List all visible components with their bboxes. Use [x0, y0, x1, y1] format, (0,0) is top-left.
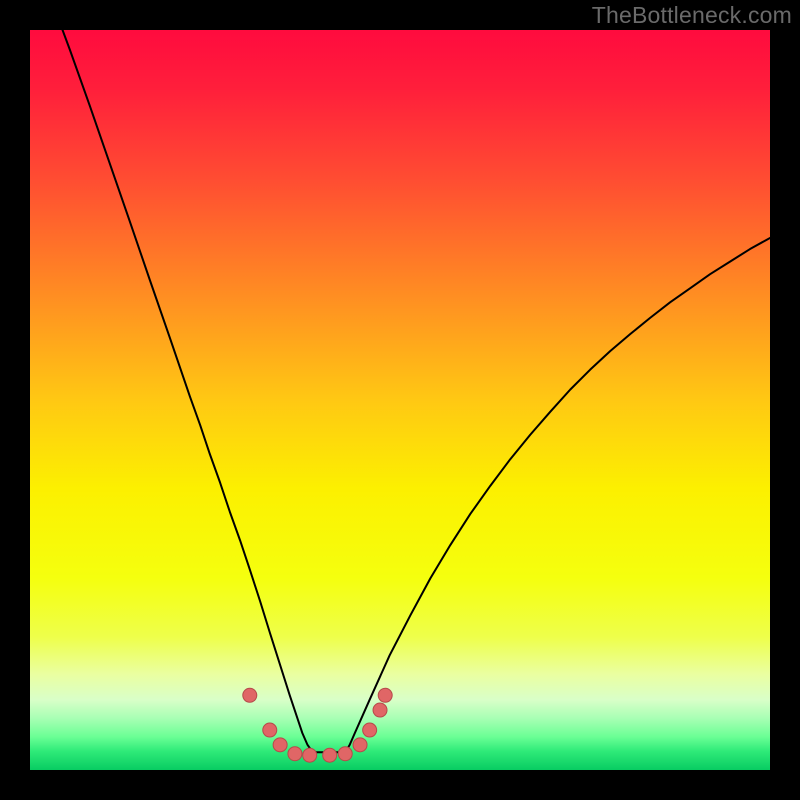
curve-marker	[243, 688, 257, 702]
curve-layer	[30, 30, 770, 770]
chart-frame: TheBottleneck.com	[0, 0, 800, 800]
curve-marker	[273, 738, 287, 752]
bottleneck-curve	[60, 30, 770, 752]
curve-marker	[323, 748, 337, 762]
curve-marker	[373, 703, 387, 717]
curve-marker	[288, 747, 302, 761]
curve-marker	[363, 723, 377, 737]
curve-marker	[353, 738, 367, 752]
curve-marker	[263, 723, 277, 737]
curve-marker	[303, 748, 317, 762]
plot-area	[30, 30, 770, 770]
curve-marker	[378, 688, 392, 702]
curve-marker	[338, 747, 352, 761]
watermark-text: TheBottleneck.com	[592, 2, 792, 29]
